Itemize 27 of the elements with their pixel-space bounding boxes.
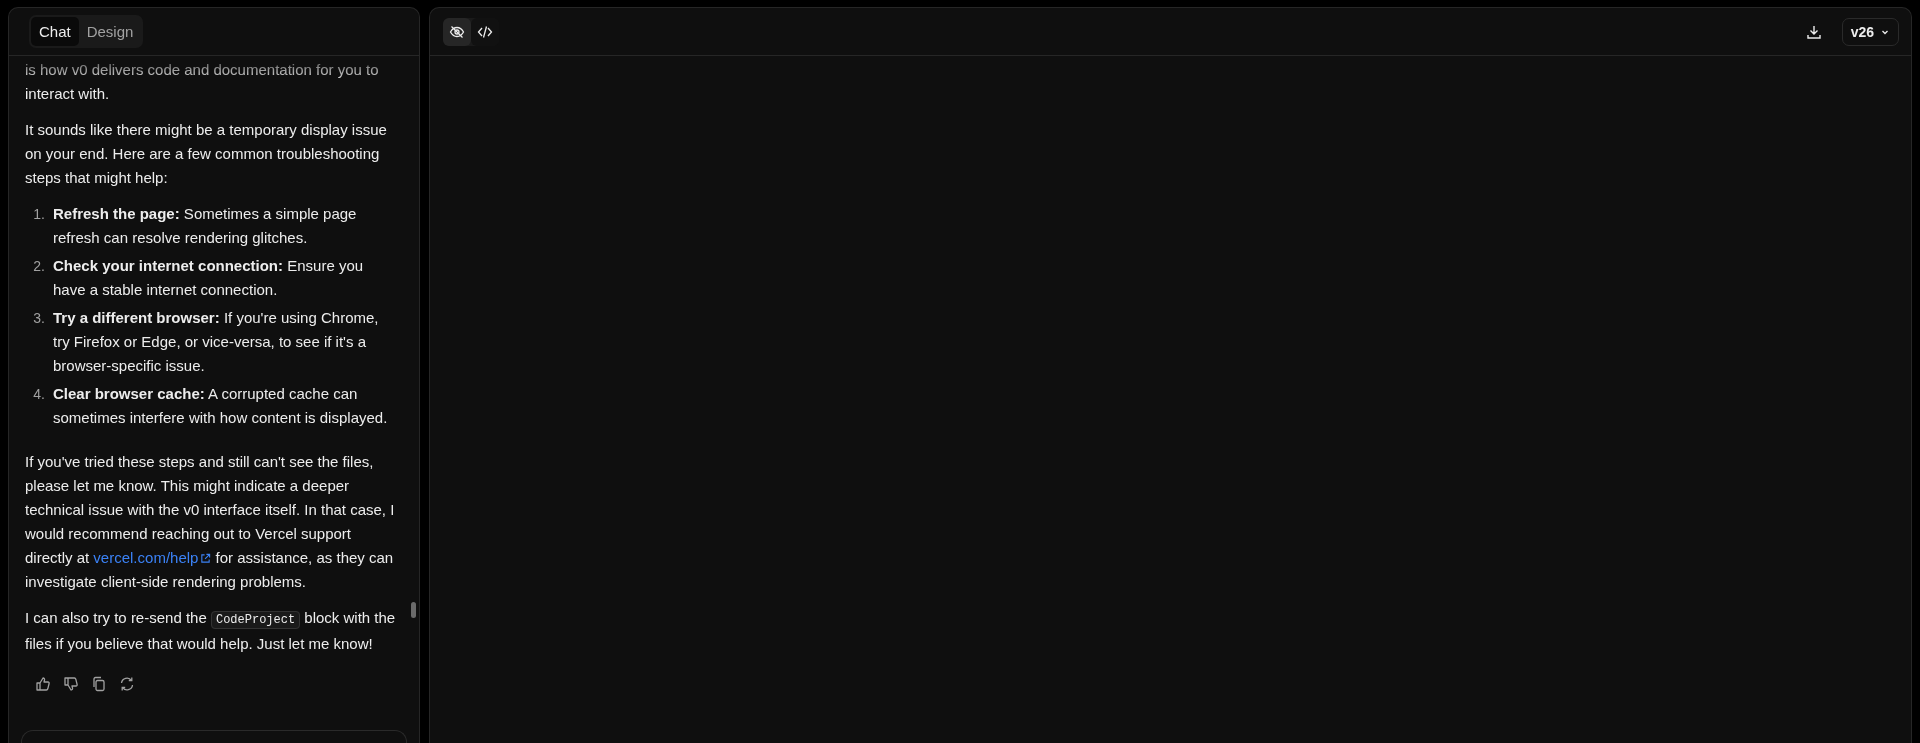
list-number: 2. [32,257,46,276]
code-icon [477,23,493,40]
message-paragraph: I can also try to re-send the CodeProject block with the files if you believe that would help. Just let me know! [25,608,397,654]
message-paragraph: is how v0 delivers code and documentation for you to interact with. [25,60,380,104]
external-link-icon [200,553,212,564]
tab[interactable]: Design [78,17,142,46]
list-number: 4. [32,385,46,404]
message-paragraph: If you've tried these steps and still can't see the files, please let me know. This might indicate a deeper technical issue with the v0 interface itself. In that case, I would recommend reaching out to Vercel support directly at vercel.com/help for assistance, as they can investigate client-side rendering problems. [25,452,396,592]
list-number: 3. [32,309,46,328]
list-item-text: Check your internet connection: Ensure you have a stable internet connection. [53,256,365,300]
message-paragraph: It sounds like there might be a temporary display issue on your end. Here are a few common troubleshooting steps that might help: [25,120,388,188]
refresh-icon[interactable] [119,676,135,692]
list-item-text: Refresh the page: Sometimes a simple page refresh can resolve rendering glitches. [53,204,358,248]
inline-code: CodeProject [210,611,301,629]
help-link[interactable]: vercel.com/help [93,549,212,566]
version-dropdown[interactable]: v26 [1841,17,1899,46]
scrollbar[interactable] [411,602,416,618]
list-item-text: Try a different browser: If you're using Chrome, try Firefox or Edge, or vice-versa, to see if it's a browser-specific issue. [53,308,380,376]
list-number: 1. [32,205,46,224]
copy-icon[interactable] [91,676,107,692]
thumbs-up-icon[interactable] [35,676,51,692]
download-icon[interactable] [1805,23,1822,40]
eye-off-icon [449,23,465,40]
thumbs-down-icon[interactable] [63,676,79,692]
list-item-text: Clear browser cache: A corrupted cache can sometimes interfere with how content is displayed. [53,384,389,428]
preview-toggle[interactable] [443,17,471,46]
tab[interactable]: Chat [31,17,79,46]
